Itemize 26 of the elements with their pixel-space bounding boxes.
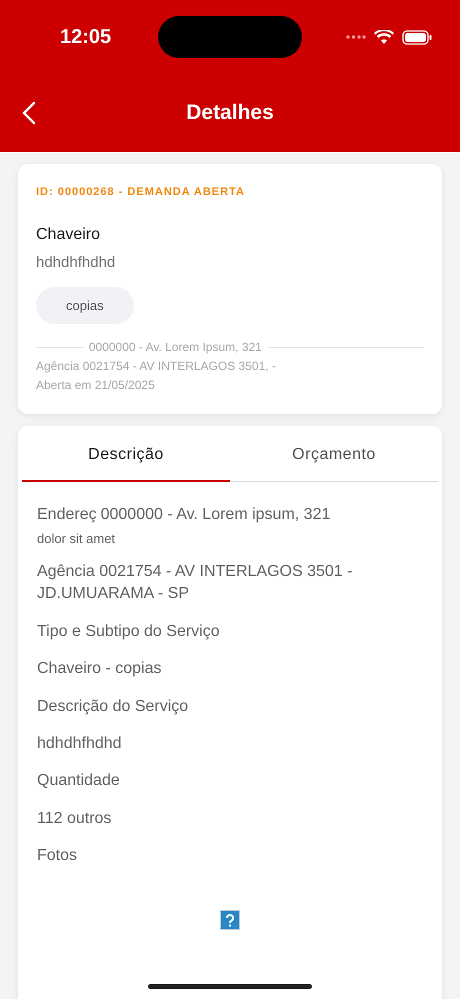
wifi-icon (374, 30, 394, 44)
missing-image-icon (220, 910, 240, 930)
service-name: Chaveiro (36, 226, 100, 244)
agency-address: Agência 0021754 - AV INTERLAGOS 3501 - JD.UMUARAMA - SP (37, 562, 354, 604)
status-time: 12:05 (60, 26, 112, 48)
field-value: 112 outros (37, 808, 112, 829)
battery-icon (402, 30, 432, 44)
signal-icon (346, 35, 366, 39)
subtype-tag: copias (36, 287, 134, 324)
address-value: 0000000 - Av. Lorem ipsum, 321 (100, 504, 330, 525)
field-value: Chaveiro - copias (37, 659, 162, 680)
address-note: dolor sit amet (37, 530, 116, 546)
field-label: Endereç (37, 504, 97, 525)
opened-date: Aberta em 21/05/2025 (36, 377, 155, 394)
field-label: Descrição do Serviço (37, 696, 190, 717)
field-label: Fotos (37, 846, 78, 866)
field-label: Tipo e Subtipo do Serviço (37, 622, 221, 642)
service-description: hdhdhfhdhd (36, 254, 116, 271)
field-label: Quantidade (37, 771, 121, 792)
field-value: hdhdhfhdhd (37, 734, 123, 754)
agency-text: Agência 0021754 - AV INTERLAGOS 3501, - (36, 358, 276, 376)
demand-status: ID: 00000268 - DEMANDA ABERTA (36, 186, 245, 198)
address-text: 0000000 - Av. Lorem Ipsum, 321 (88, 339, 262, 356)
tab[interactable]: Orçamento (230, 434, 438, 482)
page-title: Detalhes (186, 101, 274, 125)
tab[interactable]: Descrição (22, 434, 230, 482)
